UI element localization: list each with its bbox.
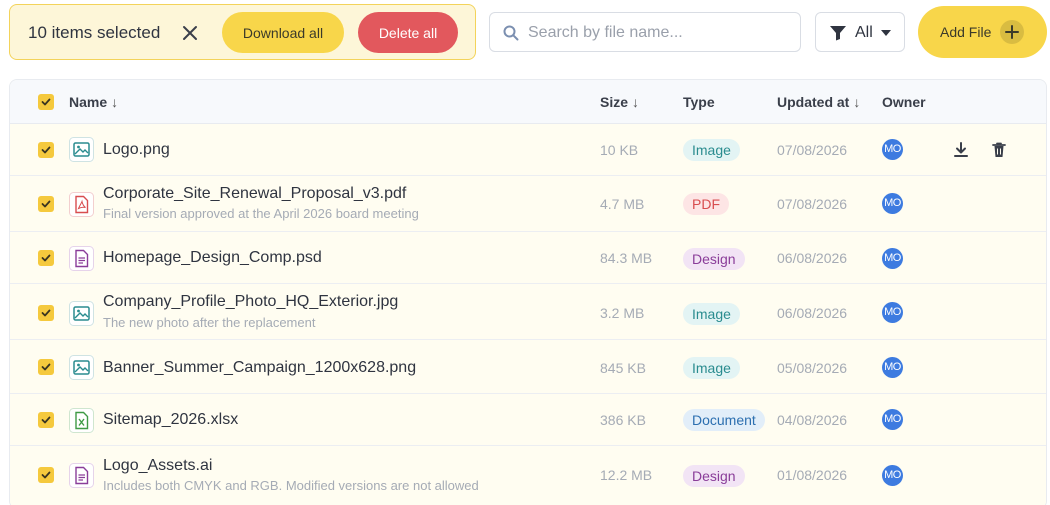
file-size: 845 KB xyxy=(600,360,646,376)
table-row[interactable]: Corporate_Site_Renewal_Proposal_v3.pdf F… xyxy=(10,176,1046,232)
updated-date: 06/08/2026 xyxy=(777,250,848,266)
owner-avatar: MO xyxy=(882,139,903,160)
spreadsheet-file-icon xyxy=(69,408,94,433)
updated-date: 06/08/2026 xyxy=(777,305,848,321)
updated-date: 07/08/2026 xyxy=(777,196,848,212)
type-badge: Image xyxy=(683,357,740,379)
file-description: The new photo after the replacement xyxy=(103,315,316,330)
funnel-icon xyxy=(830,26,846,41)
pdf-file-icon xyxy=(69,192,94,217)
file-table: Name ↓ Size ↓ Type Updated at ↓ Owner Logo.… xyxy=(9,79,1047,505)
file-size: 10 KB xyxy=(600,142,639,158)
column-type[interactable]: Type xyxy=(683,94,715,110)
updated-date: 05/08/2026 xyxy=(777,360,848,376)
owner-avatar: MO xyxy=(882,357,903,378)
table-row[interactable]: Logo.png 10 KB Image 07/08/2026 MO xyxy=(10,124,1046,176)
column-size[interactable]: Size ↓ xyxy=(600,94,639,110)
updated-date: 07/08/2026 xyxy=(777,142,848,158)
table-header: Name ↓ Size ↓ Type Updated at ↓ Owner xyxy=(10,80,1046,124)
owner-avatar: MO xyxy=(882,465,903,486)
row-checkbox[interactable] xyxy=(38,467,54,483)
clear-selection-icon[interactable] xyxy=(180,23,200,43)
column-updated[interactable]: Updated at ↓ xyxy=(777,94,860,110)
type-badge: Document xyxy=(683,409,765,431)
search-box xyxy=(489,12,801,52)
file-size: 84.3 MB xyxy=(600,250,653,266)
table-row[interactable]: Banner_Summer_Campaign_1200x628.png 845 … xyxy=(10,340,1046,394)
download-icon[interactable] xyxy=(952,141,970,159)
search-icon xyxy=(503,25,519,41)
table-row[interactable]: Homepage_Design_Comp.psd 84.3 MB Design … xyxy=(10,232,1046,284)
name-sort-icon: ↓ xyxy=(111,94,119,110)
owner-avatar: MO xyxy=(882,409,903,430)
select-all-checkbox[interactable] xyxy=(38,94,54,110)
type-badge: Design xyxy=(683,465,745,487)
download-all-button[interactable]: Download all xyxy=(222,12,344,53)
type-badge: Image xyxy=(683,303,740,325)
file-description: Final version approved at the April 2026… xyxy=(103,206,419,221)
file-name[interactable]: Logo.png xyxy=(103,141,170,159)
file-name[interactable]: Banner_Summer_Campaign_1200x628.png xyxy=(103,359,416,377)
owner-avatar: MO xyxy=(882,302,903,323)
owner-avatar: MO xyxy=(882,248,903,269)
file-size: 4.7 MB xyxy=(600,196,645,212)
table-row[interactable]: Logo_Assets.ai Includes both CMYK and RG… xyxy=(10,446,1046,505)
selection-bar: 10 items selected Download all Delete al… xyxy=(9,4,476,60)
image-file-icon xyxy=(69,301,94,326)
column-owner: Owner xyxy=(882,94,926,110)
table-row[interactable]: Company_Profile_Photo_HQ_Exterior.jpg Th… xyxy=(10,284,1046,340)
type-badge: PDF xyxy=(683,193,729,215)
column-updated-label: Updated at xyxy=(777,94,850,110)
design-file-icon xyxy=(69,246,94,271)
design-file-icon xyxy=(69,463,94,488)
type-badge: Design xyxy=(683,248,745,270)
owner-avatar: MO xyxy=(882,193,903,214)
file-name[interactable]: Logo_Assets.ai xyxy=(103,457,212,475)
row-checkbox[interactable] xyxy=(38,412,54,428)
caret-down-icon xyxy=(881,30,891,36)
updated-sort-icon: ↓ xyxy=(853,94,861,110)
add-file-button[interactable]: Add File xyxy=(918,6,1047,58)
file-size: 12.2 MB xyxy=(600,467,653,483)
row-checkbox[interactable] xyxy=(38,142,54,158)
row-checkbox[interactable] xyxy=(38,196,54,212)
file-description: Includes both CMYK and RGB. Modified ver… xyxy=(103,478,479,493)
row-checkbox[interactable] xyxy=(38,305,54,321)
file-name[interactable]: Sitemap_2026.xlsx xyxy=(103,411,238,429)
toolbar: 10 items selected Download all Delete al… xyxy=(0,0,1050,64)
row-checkbox[interactable] xyxy=(38,250,54,266)
updated-date: 04/08/2026 xyxy=(777,412,848,428)
column-size-label: Size xyxy=(600,94,629,110)
delete-all-button[interactable]: Delete all xyxy=(358,12,458,53)
selection-count: 10 items selected xyxy=(28,23,161,42)
column-name-label: Name xyxy=(69,94,108,110)
type-badge: Image xyxy=(683,139,740,161)
type-filter-dropdown[interactable]: All xyxy=(815,12,905,52)
file-name[interactable]: Company_Profile_Photo_HQ_Exterior.jpg xyxy=(103,293,398,311)
file-size: 3.2 MB xyxy=(600,305,645,321)
updated-date: 01/08/2026 xyxy=(777,467,848,483)
file-size: 386 KB xyxy=(600,412,646,428)
image-file-icon xyxy=(69,355,94,380)
trash-icon[interactable] xyxy=(990,141,1008,159)
table-row[interactable]: Sitemap_2026.xlsx 386 KB Document 04/08/… xyxy=(10,394,1046,446)
add-file-label: Add File xyxy=(940,24,992,40)
file-name[interactable]: Homepage_Design_Comp.psd xyxy=(103,249,322,267)
size-sort-icon: ↓ xyxy=(632,94,640,110)
column-name[interactable]: Name ↓ xyxy=(69,94,118,110)
file-name[interactable]: Corporate_Site_Renewal_Proposal_v3.pdf xyxy=(103,185,406,203)
search-input[interactable] xyxy=(528,21,788,45)
image-file-icon xyxy=(69,137,94,162)
filter-value: All xyxy=(855,24,873,41)
row-checkbox[interactable] xyxy=(38,359,54,375)
plus-icon xyxy=(1000,20,1024,44)
